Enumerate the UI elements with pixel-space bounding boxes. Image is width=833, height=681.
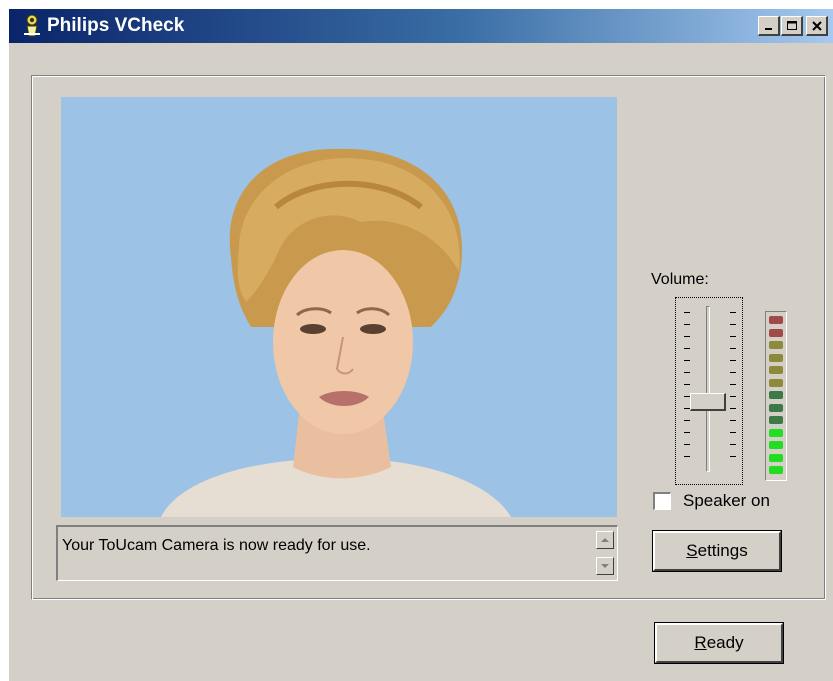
meter-segment (769, 466, 783, 474)
ready-label-rest: eady (706, 633, 744, 652)
status-message-box: Your ToUcam Camera is now ready for use. (56, 525, 618, 581)
scroll-down-arrow-icon (601, 564, 609, 568)
meter-segment (769, 428, 783, 437)
camera-app-icon (24, 14, 40, 37)
meter-segment (769, 378, 783, 387)
vcheck-window: Philips VCheck Your ToUcam Camera is now… (8, 8, 833, 681)
meter-segment (769, 403, 783, 412)
maximize-icon (786, 20, 797, 30)
close-icon (811, 20, 822, 31)
ready-button[interactable]: Ready (655, 623, 783, 663)
slider-track (706, 306, 710, 472)
meter-segment (769, 366, 783, 374)
camera-preview-image (61, 97, 617, 517)
settings-accelerator: S (686, 541, 698, 560)
window-title: Philips VCheck (47, 15, 185, 36)
meter-segment (769, 441, 783, 449)
ready-accelerator: R (694, 633, 707, 652)
settings-label-rest: ettings (697, 541, 748, 560)
slider-thumb[interactable] (690, 393, 726, 411)
meter-segment (769, 341, 783, 349)
meter-segment (769, 316, 783, 324)
close-button[interactable] (806, 16, 828, 36)
meter-segment (769, 353, 783, 362)
scroll-up-arrow-icon (601, 538, 609, 542)
meter-segment (769, 453, 783, 462)
scroll-down-button[interactable] (596, 557, 614, 575)
meter-segment (769, 416, 783, 424)
camera-preview (61, 97, 617, 517)
slider-ticks-right (730, 312, 736, 468)
slider-ticks-left (684, 312, 690, 468)
volume-slider[interactable] (675, 297, 743, 485)
maximize-button[interactable] (781, 16, 803, 36)
volume-level-meter (765, 311, 787, 481)
volume-label: Volume: (651, 271, 709, 288)
status-message: Your ToUcam Camera is now ready for use. (62, 537, 371, 554)
meter-segment (769, 328, 783, 337)
speaker-on-checkbox[interactable] (653, 492, 671, 510)
scroll-up-button[interactable] (596, 531, 614, 549)
meter-segment (769, 391, 783, 399)
title-bar[interactable]: Philips VCheck (9, 9, 833, 43)
settings-button[interactable]: Settings (653, 531, 781, 571)
speaker-on-label[interactable]: Speaker on (683, 491, 770, 511)
minimize-icon (764, 27, 772, 30)
minimize-button[interactable] (758, 16, 780, 36)
